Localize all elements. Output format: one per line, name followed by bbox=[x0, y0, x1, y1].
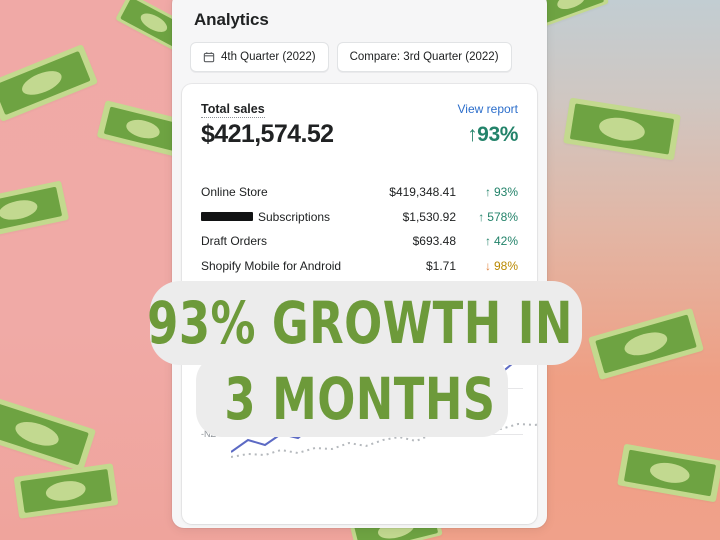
total-sales-label: Total sales bbox=[201, 102, 265, 118]
channel-amount: $693.48 bbox=[412, 234, 456, 249]
channel-delta: ↑ 42% bbox=[456, 234, 518, 248]
channel-delta: ↑ 578% bbox=[456, 210, 518, 224]
channel-delta: ↓ 98% bbox=[456, 259, 518, 273]
filter-bar: 4th Quarter (2022) Compare: 3rd Quarter … bbox=[190, 42, 512, 72]
compare-filter-label: Compare: 3rd Quarter (2022) bbox=[349, 51, 499, 63]
table-row[interactable]: Online Store $419,348.41 ↑ 93% bbox=[201, 180, 518, 205]
table-row[interactable]: Subscriptions $1,530.92 ↑ 578% bbox=[201, 205, 518, 230]
compare-filter-button[interactable]: Compare: 3rd Quarter (2022) bbox=[336, 42, 512, 72]
channel-name-label: Subscriptions bbox=[258, 209, 331, 224]
channel-name-label: Draft Orders bbox=[201, 234, 268, 249]
channel-delta-value: 98% bbox=[493, 258, 518, 273]
total-sales-delta: ↑93% bbox=[467, 122, 518, 146]
arrow-up-icon: ↑ bbox=[484, 234, 491, 249]
channel-name: Subscriptions bbox=[201, 210, 351, 224]
screenshot-root: Analytics 4th Quarter (2022) Compare: 3r… bbox=[0, 0, 720, 540]
channel-name-label: Shopify Mobile for Android bbox=[201, 258, 342, 273]
channel-delta-value: 42% bbox=[493, 234, 518, 249]
channel-delta: ↑ 93% bbox=[456, 185, 518, 199]
channel-name: Online Store bbox=[201, 185, 351, 199]
channel-name-label: Online Store bbox=[201, 185, 268, 200]
table-row[interactable]: Draft Orders $693.48 ↑ 42% bbox=[201, 229, 518, 254]
page-title: Analytics bbox=[194, 10, 269, 29]
calendar-icon bbox=[203, 52, 215, 63]
channel-delta-value: 578% bbox=[487, 209, 518, 224]
table-row[interactable]: Shopify Mobile for Android $1.71 ↓ 98% bbox=[201, 254, 518, 279]
overlay-headline-line2: 3 MONTHS bbox=[224, 365, 496, 433]
date-range-filter-label: 4th Quarter (2022) bbox=[221, 51, 316, 63]
arrow-up-icon: ↑ bbox=[478, 209, 485, 224]
channel-name: Draft Orders bbox=[201, 234, 351, 248]
arrow-up-icon: ↑ bbox=[484, 185, 491, 200]
overlay-headline-line1: 93% GROWTH IN bbox=[147, 289, 573, 357]
channel-breakdown-list: Online Store $419,348.41 ↑ 93% Subscripti… bbox=[201, 180, 518, 278]
channel-name: Shopify Mobile for Android bbox=[201, 259, 351, 273]
total-sales-row: $421,574.52 ↑93% bbox=[201, 120, 518, 149]
analytics-card: Analytics 4th Quarter (2022) Compare: 3r… bbox=[172, 0, 547, 528]
channel-delta-value: 93% bbox=[493, 185, 518, 200]
date-range-filter-button[interactable]: 4th Quarter (2022) bbox=[190, 42, 329, 72]
arrow-down-icon: ↓ bbox=[484, 258, 491, 273]
channel-amount: $1.71 bbox=[425, 258, 456, 273]
channel-amount: $419,348.41 bbox=[389, 185, 456, 200]
total-sales-value: $421,574.52 bbox=[201, 120, 334, 148]
panel-header: Total sales View report bbox=[201, 102, 518, 118]
view-report-link[interactable]: View report bbox=[458, 102, 518, 116]
channel-amount: $1,530.92 bbox=[402, 209, 456, 224]
redaction-bar bbox=[201, 212, 253, 222]
